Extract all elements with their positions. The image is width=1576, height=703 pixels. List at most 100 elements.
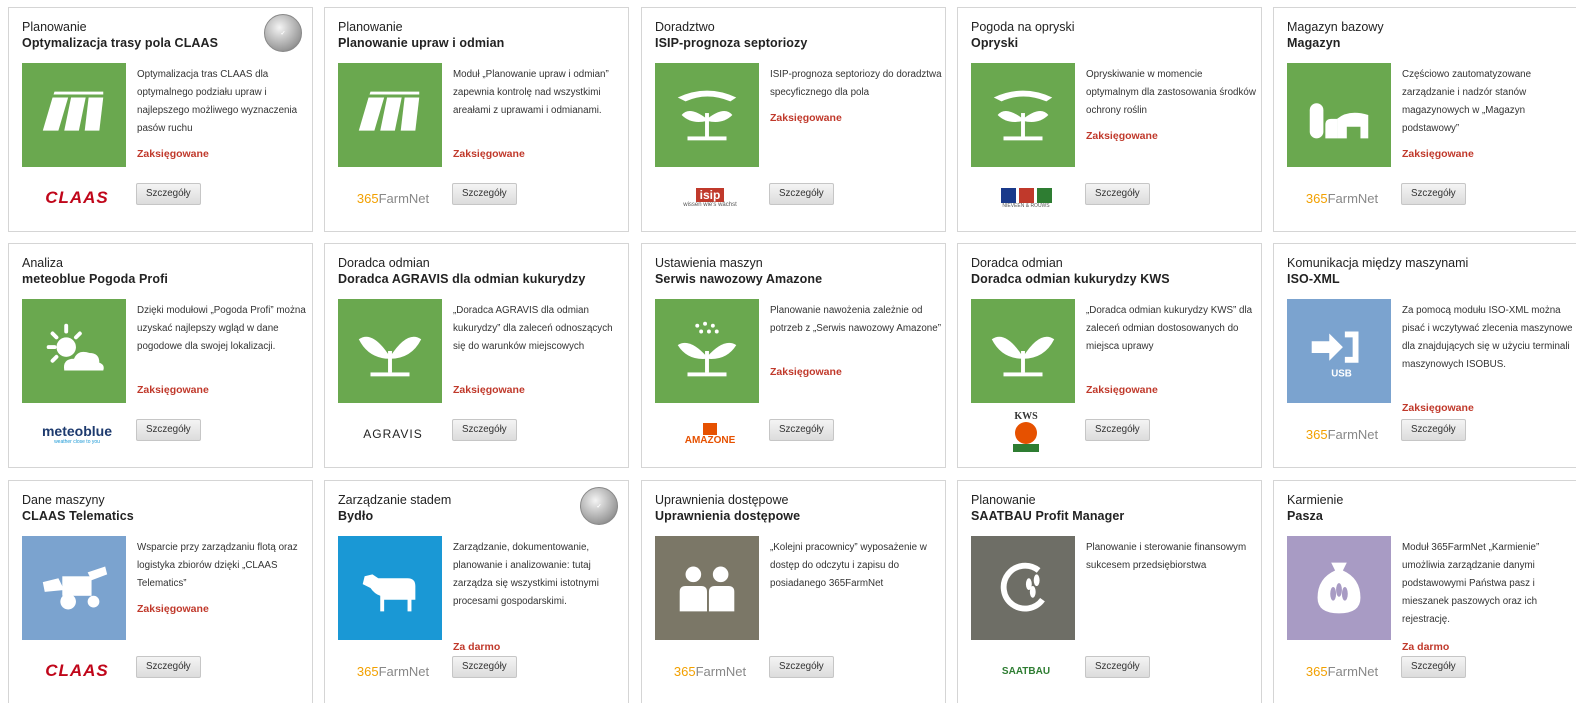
sun-cloud-icon[interactable] (22, 299, 126, 403)
module-card-kws: Doradca odmian Doradca odmian kukurydzy … (957, 243, 1262, 468)
card-title[interactable]: Magazyn (1287, 36, 1341, 50)
card-category: Planowanie (22, 20, 87, 34)
details-button[interactable]: Szczegóły (1085, 183, 1150, 205)
card-category: Analiza (22, 256, 63, 270)
status-badge: Zaksięgowane (453, 384, 525, 396)
card-title[interactable]: Planowanie upraw i odmian (338, 36, 504, 50)
card-title[interactable]: meteoblue Pogoda Profi (22, 272, 168, 286)
card-category: Doradztwo (655, 20, 715, 34)
card-category: Dane maszyny (22, 493, 105, 507)
hand-plant-icon[interactable] (655, 63, 759, 167)
svg-text:USB: USB (1331, 368, 1352, 379)
details-button[interactable]: Szczegóły (136, 419, 201, 441)
status-badge: Zaksięgowane (1086, 384, 1158, 396)
status-badge: Zaksięgowane (453, 148, 525, 160)
module-card-amazone: Ustawienia maszyn Serwis nawozowy Amazon… (641, 243, 946, 468)
details-button[interactable]: Szczegóły (136, 183, 201, 205)
status-badge: Zaksięgowane (137, 148, 209, 160)
card-description: Moduł 365FarmNet „Karmienie” umożliwia z… (1402, 542, 1540, 625)
module-card-saatbau: Planowanie SAATBAU Profit Manager Planow… (957, 480, 1262, 703)
card-category: Karmienie (1287, 493, 1344, 507)
details-button[interactable]: Szczegóły (136, 656, 201, 678)
card-category: Doradca odmian (971, 256, 1063, 270)
card-title[interactable]: ISO-XML (1287, 272, 1340, 286)
details-button[interactable]: Szczegóły (1401, 183, 1466, 205)
details-button[interactable]: Szczegóły (452, 419, 517, 441)
amazone-logo: AMAZONE (655, 416, 765, 452)
card-description: Za pomocą modułu ISO-XML można pisać i w… (1402, 305, 1573, 370)
card-title[interactable]: Serwis nawozowy Amazone (655, 272, 822, 286)
farmnet-logo: 365FarmNet (356, 663, 430, 679)
card-category: Planowanie (338, 20, 403, 34)
claas-logo: CLAAS (45, 661, 109, 680)
module-card-agravis: Doradca odmian Doradca AGRAVIS dla odmia… (324, 243, 629, 468)
card-title[interactable]: ISIP-prognoza septoriozy (655, 36, 807, 50)
status-badge: Zaksięgowane (1086, 130, 1158, 142)
details-button[interactable]: Szczegóły (769, 183, 834, 205)
card-description: Optymalizacja tras CLAAS dla optymalnego… (137, 69, 298, 134)
card-title[interactable]: Uprawnienia dostępowe (655, 509, 800, 523)
card-title[interactable]: Pasza (1287, 509, 1323, 523)
claas-logo: CLAAS (45, 188, 109, 207)
certified-seal-icon: ✓ (580, 487, 618, 525)
card-description: Zarządzanie, dokumentowanie, planowanie … (453, 542, 599, 607)
farmnet-logo: 365FarmNet (1305, 190, 1379, 206)
details-button[interactable]: Szczegóły (452, 656, 517, 678)
users-icon[interactable] (655, 536, 759, 640)
card-description: Częściowo zautomatyzowane zarządzanie i … (1402, 69, 1532, 134)
agravis-logo: AGRAVIS (363, 427, 423, 441)
nieveen-rouws-logo: NIEVEEN & ROUWS (971, 180, 1081, 216)
card-description: ISIP-prognoza septoriozy do doradztwa sp… (770, 69, 942, 98)
card-description: Dzięki modułowi „Pogoda Profi” można uzy… (137, 305, 306, 352)
details-button[interactable]: Szczegóły (1085, 656, 1150, 678)
card-title[interactable]: CLAAS Telematics (22, 509, 134, 523)
certified-seal-icon: ✓ (264, 14, 302, 52)
farmnet-logo: 365FarmNet (356, 190, 430, 206)
module-card-access-rights: Uprawnienia dostępowe Uprawnienia dostęp… (641, 480, 946, 703)
silo-barn-icon[interactable] (1287, 63, 1391, 167)
cow-icon[interactable] (338, 536, 442, 640)
fertilizer-sprout-icon[interactable] (655, 299, 759, 403)
status-badge: Zaksięgowane (770, 366, 842, 378)
card-description: Moduł „Planowanie upraw i odmian” zapewn… (453, 69, 609, 116)
module-card-crop-planning: Planowanie Planowanie upraw i odmian Mod… (324, 7, 629, 232)
card-category: Zarządzanie stadem (338, 493, 452, 507)
details-button[interactable]: Szczegóły (1085, 419, 1150, 441)
harvester-icon[interactable] (22, 536, 126, 640)
module-card-iso-xml: Komunikacja między maszynami ISO-XML USB… (1273, 243, 1576, 468)
details-button[interactable]: Szczegóły (1401, 419, 1466, 441)
module-card-isip: Doradztwo ISIP-prognoza septoriozy ISIP-… (641, 7, 946, 232)
details-button[interactable]: Szczegóły (769, 419, 834, 441)
isip-logo: isip wissen wie's wächst (683, 188, 737, 208)
grain-cycle-icon[interactable] (971, 536, 1075, 640)
card-category: Magazyn bazowy (1287, 20, 1384, 34)
card-title[interactable]: Opryski (971, 36, 1018, 50)
sprout-icon[interactable] (971, 299, 1075, 403)
details-button[interactable]: Szczegóły (1401, 656, 1466, 678)
module-card-spraying: Pogoda na opryski Opryski Opryskiwanie w… (957, 7, 1262, 232)
module-card-meteoblue: Analiza meteoblue Pogoda Profi Dzięki mo… (8, 243, 313, 468)
status-badge: Zaksięgowane (770, 112, 842, 124)
card-category: Pogoda na opryski (971, 20, 1075, 34)
field-tracks-icon[interactable] (338, 63, 442, 167)
card-title[interactable]: Doradca AGRAVIS dla odmian kukurydzy (338, 272, 585, 286)
details-button[interactable]: Szczegóły (769, 656, 834, 678)
card-title[interactable]: Optymalizacja trasy pola CLAAS (22, 36, 218, 50)
sprout-icon[interactable] (338, 299, 442, 403)
feed-bag-icon[interactable] (1287, 536, 1391, 640)
card-category: Uprawnienia dostępowe (655, 493, 789, 507)
hand-plant-icon[interactable] (971, 63, 1075, 167)
card-title[interactable]: SAATBAU Profit Manager (971, 509, 1124, 523)
card-category: Doradca odmian (338, 256, 430, 270)
card-description: „Kolejni pracownicy” wyposażenie w dostę… (770, 542, 927, 589)
card-category: Komunikacja między maszynami (1287, 256, 1469, 270)
card-category: Ustawienia maszyn (655, 256, 763, 270)
card-title[interactable]: Doradca odmian kukurydzy KWS (971, 272, 1170, 286)
card-description: Planowanie nawożenia zależnie od potrzeb… (770, 305, 941, 334)
card-title[interactable]: Bydło (338, 509, 373, 523)
card-description: Wsparcie przy zarządzaniu flotą oraz log… (137, 542, 298, 589)
card-description: Opryskiwanie w momencie optymalnym dla z… (1086, 69, 1256, 116)
details-button[interactable]: Szczegóły (452, 183, 517, 205)
field-tracks-icon[interactable] (22, 63, 126, 167)
usb-import-icon[interactable]: USB (1287, 299, 1391, 403)
